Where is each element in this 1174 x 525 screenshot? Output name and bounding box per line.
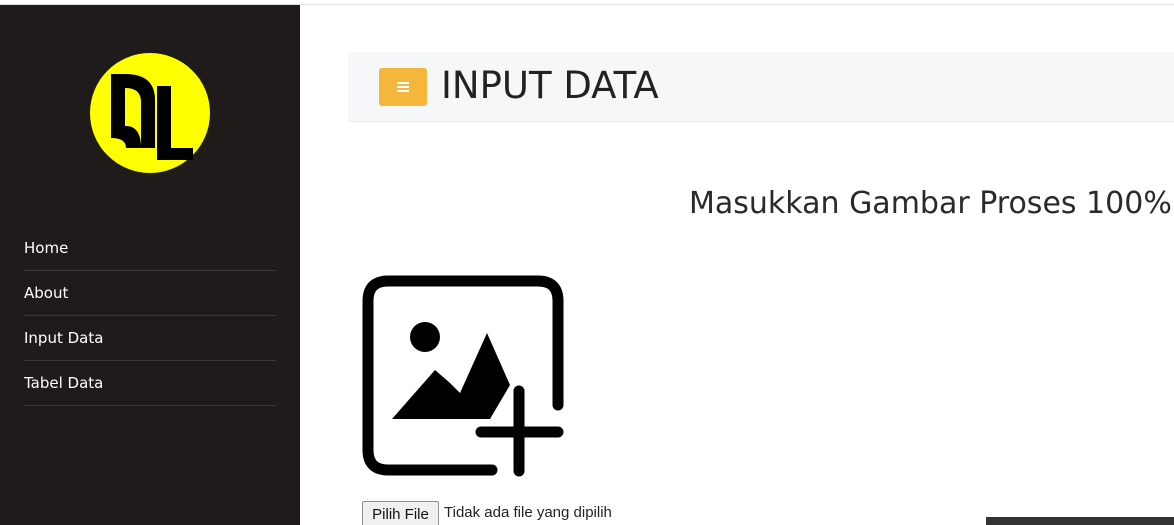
pu-logo-icon [90,53,210,173]
sidebar-item-tabel-data[interactable]: Tabel Data [24,361,276,406]
sidebar-item-label[interactable]: About [24,284,68,302]
sidebar-item-home[interactable]: Home [24,226,276,271]
sidebar-item-label[interactable]: Home [24,239,68,257]
sidebar-item-about[interactable]: About [24,271,276,316]
sidebar: Home About Input Data Tabel Data [0,5,300,525]
dark-corner-element [986,517,1174,525]
sidebar-item-label[interactable]: Tabel Data [24,374,103,392]
add-image-icon [362,275,564,477]
choose-file-button[interactable]: Pilih File [362,501,439,525]
sidebar-item-label[interactable]: Input Data [24,329,103,347]
upload-heading: Masukkan Gambar Proses 100% [689,186,1172,221]
hamburger-icon [397,82,409,84]
page-title: INPUT DATA [441,64,659,107]
sidebar-toggle-button[interactable] [379,68,427,106]
sidebar-nav: Home About Input Data Tabel Data [24,226,276,406]
file-status-text: Tidak ada file yang dipilih [444,504,612,521]
page-header: INPUT DATA [348,52,1174,122]
sidebar-item-input-data[interactable]: Input Data [24,316,276,361]
